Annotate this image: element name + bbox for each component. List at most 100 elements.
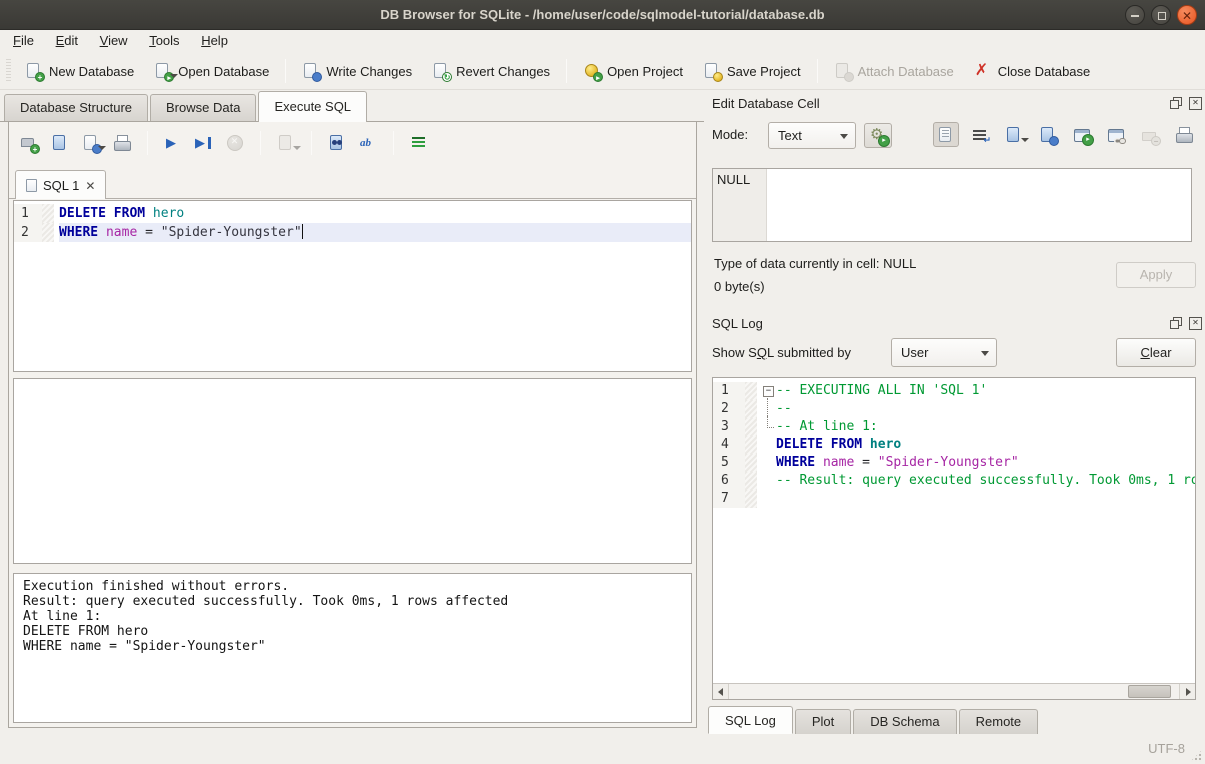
sql-log-view[interactable]: 1-- EXECUTING ALL IN 'SQL 1'2--3-- At li… bbox=[712, 377, 1196, 700]
menu-tools[interactable]: Tools bbox=[140, 30, 188, 53]
horizontal-scrollbar[interactable] bbox=[713, 683, 1195, 699]
titlebar[interactable]: DB Browser for SQLite - /home/user/code/… bbox=[0, 0, 1205, 30]
resize-grip[interactable] bbox=[1190, 749, 1203, 762]
code-text: WHERE name = "Spider-Youngster" bbox=[776, 454, 1195, 472]
new-database-icon bbox=[25, 62, 43, 80]
fold-marker-icon bbox=[762, 418, 776, 436]
line-number: 6 bbox=[713, 472, 745, 490]
word-wrap-icon[interactable] bbox=[967, 122, 993, 147]
save-as-file-icon[interactable] bbox=[1035, 122, 1061, 147]
open-sql-file-icon[interactable] bbox=[48, 131, 72, 155]
app-window: DB Browser for SQLite - /home/user/code/… bbox=[0, 0, 1205, 764]
scroll-left-icon[interactable] bbox=[713, 684, 729, 699]
cell-print-icon[interactable] bbox=[1171, 122, 1197, 147]
editor-line: 1DELETE FROM hero bbox=[14, 204, 691, 223]
log-line: 6-- Result: query executed successfully.… bbox=[713, 472, 1195, 490]
submitted-by-value: User bbox=[901, 345, 928, 360]
submitted-by-select[interactable]: User bbox=[891, 338, 997, 367]
text-mode-icon[interactable] bbox=[933, 122, 959, 147]
dock-float-icon[interactable] bbox=[1170, 97, 1182, 109]
close-icon[interactable] bbox=[1177, 5, 1197, 25]
tab-close-icon[interactable] bbox=[85, 178, 95, 193]
message-line: Execution finished without errors. bbox=[23, 579, 682, 594]
tab-db-schema[interactable]: DB Schema bbox=[853, 709, 956, 734]
menu-view[interactable]: View bbox=[91, 30, 137, 53]
tab-plot[interactable]: Plot bbox=[795, 709, 851, 734]
auto-format-icon[interactable] bbox=[407, 131, 431, 155]
sql-editor[interactable]: 1DELETE FROM hero2WHERE name = "Spider-Y… bbox=[13, 200, 692, 372]
tab-sql-log[interactable]: SQL Log bbox=[708, 706, 793, 734]
execute-sql-panel: SQL 1 1DELETE FROM hero2WHERE name = "Sp… bbox=[8, 121, 697, 728]
menu-file[interactable]: File bbox=[4, 30, 43, 53]
scrollbar-thumb[interactable] bbox=[1128, 685, 1171, 698]
sql-log-filter-row: Show SQL submitted by User Clear bbox=[712, 338, 1199, 368]
status-bar: UTF-8 bbox=[0, 734, 1205, 764]
print-icon[interactable] bbox=[110, 131, 134, 155]
auto-switch-mode-button[interactable] bbox=[864, 123, 892, 148]
dock-tab-bar: SQL Log Plot DB Schema Remote bbox=[708, 704, 1040, 734]
menu-edit[interactable]: Edit bbox=[47, 30, 87, 53]
right-dock-area: Edit Database Cell Mode: Text bbox=[706, 90, 1205, 735]
new-tab-icon[interactable] bbox=[17, 131, 41, 155]
open-project-button[interactable]: Open Project bbox=[573, 57, 693, 85]
execute-current-line-icon[interactable] bbox=[192, 131, 216, 155]
cell-value: NULL bbox=[713, 169, 767, 241]
code-text: DELETE FROM hero bbox=[59, 204, 691, 223]
main-tab-bar: Database Structure Browse Data Execute S… bbox=[0, 90, 704, 122]
mode-select[interactable]: Text bbox=[768, 122, 856, 149]
toolbar-grip bbox=[6, 59, 11, 83]
code-text: -- At line 1: bbox=[776, 418, 1195, 436]
toolbar-separator bbox=[285, 59, 286, 83]
encoding-indicator: UTF-8 bbox=[1148, 741, 1185, 756]
maximize-icon[interactable] bbox=[1151, 5, 1171, 25]
dock-close-icon[interactable] bbox=[1189, 97, 1201, 109]
find-replace-icon[interactable] bbox=[356, 131, 380, 155]
cell-edit-area[interactable] bbox=[767, 169, 1191, 241]
write-changes-button[interactable]: Write Changes bbox=[292, 57, 422, 85]
import-file-icon[interactable] bbox=[1001, 122, 1027, 147]
tab-browse-data[interactable]: Browse Data bbox=[150, 94, 256, 121]
attach-database-icon bbox=[834, 62, 852, 80]
sql1-tab[interactable]: SQL 1 bbox=[15, 170, 106, 199]
save-project-icon bbox=[703, 62, 721, 80]
save-sql-file-icon[interactable] bbox=[79, 131, 103, 155]
revert-changes-button[interactable]: Revert Changes bbox=[422, 57, 560, 85]
copy-link-icon[interactable] bbox=[1103, 122, 1129, 147]
scroll-right-icon[interactable] bbox=[1179, 684, 1195, 699]
gutter-strip bbox=[745, 418, 757, 436]
dock-float-icon[interactable] bbox=[1170, 317, 1182, 329]
gutter-strip bbox=[745, 454, 757, 472]
open-database-button[interactable]: Open Database bbox=[144, 57, 279, 85]
code-text: -- bbox=[776, 400, 1195, 418]
save-results-icon bbox=[274, 131, 298, 155]
menu-help[interactable]: Help bbox=[192, 30, 237, 53]
apply-button: Apply bbox=[1116, 262, 1196, 288]
execute-all-icon[interactable] bbox=[161, 131, 185, 155]
close-database-button[interactable]: Close Database bbox=[964, 57, 1101, 85]
cell-value-editor[interactable]: NULL bbox=[712, 168, 1192, 242]
stop-execution-icon bbox=[223, 131, 247, 155]
fold-marker-icon bbox=[762, 490, 776, 508]
execution-message-pane[interactable]: Execution finished without errors.Result… bbox=[13, 573, 692, 723]
find-icon[interactable] bbox=[325, 131, 349, 155]
line-number: 2 bbox=[14, 223, 42, 242]
message-line: DELETE FROM hero bbox=[23, 624, 682, 639]
tab-remote[interactable]: Remote bbox=[959, 709, 1039, 734]
clear-button[interactable]: Clear bbox=[1116, 338, 1196, 367]
log-line: 4DELETE FROM hero bbox=[713, 436, 1195, 454]
attach-database-button: Attach Database bbox=[824, 57, 964, 85]
save-project-button[interactable]: Save Project bbox=[693, 57, 811, 85]
new-database-button[interactable]: New Database bbox=[15, 57, 144, 85]
line-number: 3 bbox=[713, 418, 745, 436]
line-number: 7 bbox=[713, 490, 745, 508]
fold-marker-icon[interactable] bbox=[762, 382, 776, 400]
revert-changes-icon bbox=[432, 62, 450, 80]
tab-database-structure[interactable]: Database Structure bbox=[4, 94, 148, 121]
pane-splitter[interactable] bbox=[13, 565, 692, 572]
query-results-pane[interactable] bbox=[13, 378, 692, 564]
open-in-external-icon[interactable] bbox=[1069, 122, 1095, 147]
tab-execute-sql[interactable]: Execute SQL bbox=[258, 91, 367, 122]
minimize-icon[interactable] bbox=[1125, 5, 1145, 25]
set-null-icon bbox=[1137, 122, 1163, 147]
dock-close-icon[interactable] bbox=[1189, 317, 1201, 329]
